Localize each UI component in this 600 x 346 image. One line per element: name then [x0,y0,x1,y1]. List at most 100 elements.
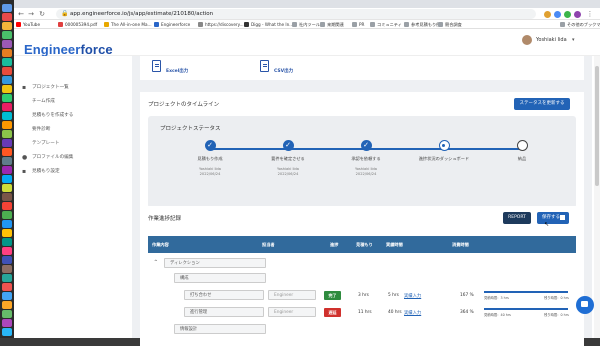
dock-app-icon[interactable] [2,4,12,12]
dock-app-icon[interactable] [2,292,12,300]
scrollbar-thumb[interactable] [595,66,599,186]
group-name-field[interactable]: ディレクション [164,258,266,268]
tab-strip[interactable] [14,0,600,8]
sidebar-item[interactable]: 要件診断 [20,126,50,134]
chat-bubble-icon[interactable] [576,296,594,314]
dock-app-icon[interactable] [2,49,12,57]
dock-app-icon[interactable] [2,211,12,219]
dock-app-icon[interactable] [2,274,12,282]
chevron-down-icon[interactable]: ▾ [572,37,575,43]
dock-app-icon[interactable] [2,238,12,246]
assignee-field[interactable]: Engineer [268,307,316,317]
back-icon[interactable]: ← [17,10,25,18]
bookmark-item[interactable]: コミュニティ [370,21,402,28]
app-logo[interactable]: Engineerforce [24,42,113,57]
timeline-title: プロジェクトのタイムライン [148,102,220,108]
dock-app-icon[interactable] [2,139,12,147]
worklog-title: 作業進捗記録 [148,216,182,222]
dock-app-icon[interactable] [2,85,12,93]
dock-app-icon[interactable] [2,130,12,138]
dock-app-icon[interactable] [2,22,12,30]
actual-hours: 5 hrs [388,292,399,298]
bookmark-item[interactable]: PR [352,21,364,28]
bookmark-item[interactable]: その他のブックマーク [560,21,600,28]
bookmark-item[interactable]: The All-in-one Ma... [104,21,152,28]
extension-icon[interactable] [554,11,561,18]
dock-app-icon[interactable] [2,121,12,129]
dock-app-icon[interactable] [2,184,12,192]
estimate-hours: 11 hrs [358,309,372,315]
dock-app-icon[interactable] [2,247,12,255]
sidebar-item[interactable]: ● プロファイルの編集 [20,154,73,162]
dock-app-icon[interactable] [2,112,12,120]
user-name[interactable]: Yoshiaki Iida [536,37,567,43]
address-url: app.engineerforce.io/js/app/estimate/210… [70,11,214,17]
extension-icon[interactable] [544,11,551,18]
remaining-subtext: 残り時間：0 hrs [544,313,569,317]
sidebar-item[interactable]: ▪ 見積もり設定 [20,168,60,176]
scrollbar[interactable] [594,56,600,338]
bookmark-item[interactable]: 競合調査 [438,21,462,28]
dock-app-icon[interactable] [2,148,12,156]
bookmark-label: 競合調査 [445,22,462,27]
reload-icon[interactable]: ↻ [38,10,46,18]
dock-app-icon[interactable] [2,13,12,21]
dock-app-icon[interactable] [2,58,12,66]
dock-app-icon[interactable] [2,220,12,228]
subgroup-name-field[interactable]: 情報設計 [174,324,266,334]
dock-app-icon[interactable] [2,256,12,264]
status-step-meta: Yoshiaki Iida 2022/06/24 [248,167,328,176]
dock-app-icon[interactable] [2,67,12,75]
status-badge[interactable]: 遅延 [324,307,341,317]
save-button[interactable]: 保存する [537,212,569,224]
forward-icon[interactable]: → [27,10,35,18]
dock-app-icon[interactable] [2,283,12,291]
dock-app-icon[interactable] [2,94,12,102]
dock-app-icon[interactable] [2,301,12,309]
dock-app-icon[interactable] [2,157,12,165]
actual-input-link[interactable]: 実績入力 [404,310,421,316]
dock-app-icon[interactable] [2,310,12,318]
sidebar-item[interactable]: チーム作成 [20,98,55,106]
app-header: Engineerforce Yoshiaki Iida ▾ [14,29,600,57]
sidebar-item[interactable]: テンプレート [20,140,59,148]
profile-icon[interactable] [574,11,581,18]
extension-icon[interactable] [564,11,571,18]
bookmark-item[interactable]: 000005394.pdf [58,21,97,28]
dock-app-icon[interactable] [2,40,12,48]
chevron-up-icon[interactable]: ^ [154,260,158,265]
dock-app-icon[interactable] [2,76,12,84]
bookmark-item[interactable]: Digg - What the In... [244,21,293,28]
dock-app-icon[interactable] [2,103,12,111]
sidebar-item[interactable]: ▪ プロジェクト一覧 [20,84,69,92]
task-name-field[interactable]: 打ち合わせ [184,290,264,300]
report-button[interactable]: REPORT [503,212,531,224]
bookmark-item[interactable]: 社内ツール [292,21,320,28]
bookmark-item[interactable]: Engineerforce [154,21,190,28]
dock-app-icon[interactable] [2,328,12,336]
dock-app-icon[interactable] [2,265,12,273]
avatar[interactable] [522,35,532,45]
update-status-button[interactable]: ステータスを更新する [514,98,570,110]
dock-app-icon[interactable] [2,319,12,327]
status-step: 進捗状況のダッシュボード [404,140,484,167]
dock-app-icon[interactable] [2,202,12,210]
actual-input-link[interactable]: 実績入力 [404,293,421,299]
task-name-field[interactable]: 進行管理 [184,307,264,317]
bookmark-item[interactable]: YouTube [16,21,40,28]
bookmark-item[interactable]: 来期関連 [320,21,344,28]
dock-app-icon[interactable] [2,31,12,39]
dock-app-icon[interactable] [2,229,12,237]
status-badge[interactable]: 完了 [324,290,341,300]
check-circle-icon: ✓ [282,140,294,151]
bookmark-item[interactable]: 参考見積もり例 [404,21,440,28]
sidebar-item[interactable]: 見積もりを作成する [20,112,73,120]
address-bar[interactable]: 🔒 app.engineerforce.io/js/app/estimate/2… [56,9,536,19]
subgroup-name-field[interactable]: 構成 [174,273,266,283]
bookmark-item[interactable]: https://discovery... [198,21,244,28]
dock-app-icon[interactable] [2,175,12,183]
assignee-field[interactable]: Engineer [268,290,316,300]
menu-icon[interactable]: ⋮ [586,10,594,18]
dock-app-icon[interactable] [2,166,12,174]
dock-app-icon[interactable] [2,193,12,201]
